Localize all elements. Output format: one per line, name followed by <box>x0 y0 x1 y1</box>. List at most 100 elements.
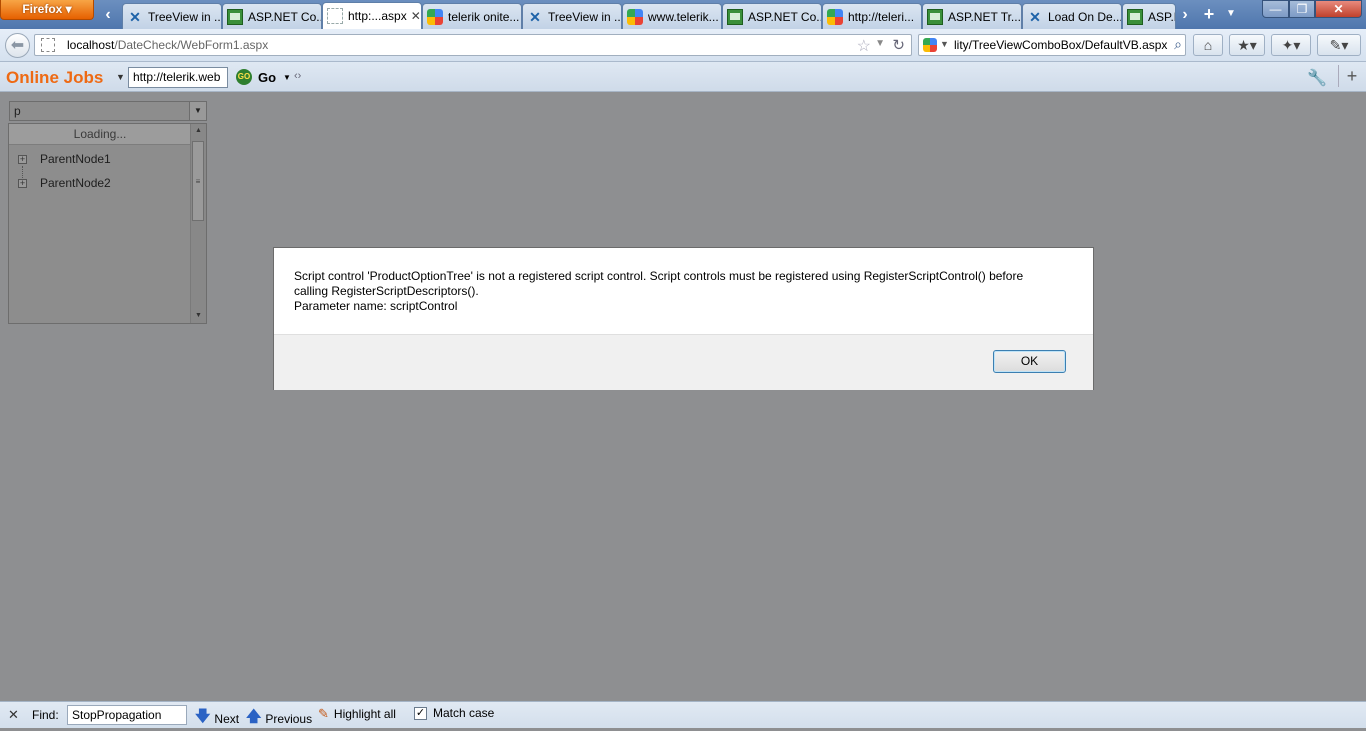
navigation-bar: ⬅ localhost/DateCheck/WebForm1.aspx ☆ ▼ … <box>0 29 1366 62</box>
online-jobs-toolbar: Online Jobs ▼ http://telerik.web GO Go ▼… <box>0 62 1366 92</box>
highlight-all-button[interactable]: ✎ Highlight all <box>318 706 396 722</box>
tab-aspnet-tr[interactable]: ASP.NET Tr... <box>922 3 1022 29</box>
tab-aspnet-1[interactable]: ASP.NET Co... <box>222 3 322 29</box>
minimize-button[interactable]: — <box>1262 0 1289 18</box>
resize-handle-icon[interactable]: ‹› <box>294 70 301 84</box>
highlight-all-label: Highlight all <box>333 707 396 721</box>
tab-scroll-left-icon[interactable]: ‹ <box>100 4 116 26</box>
url-path: /DateCheck/WebForm1.aspx <box>114 38 269 52</box>
tab-aspnet-2[interactable]: ASP.NET Co... <box>722 3 822 29</box>
find-next-label: Next <box>214 711 240 726</box>
home-button[interactable]: ⌂ <box>1193 34 1223 56</box>
checkbox-checked-icon[interactable]: ✓ <box>414 706 427 720</box>
tab-telerik-search[interactable]: telerik onite... <box>422 3 522 29</box>
google-icon[interactable] <box>923 38 937 52</box>
list-all-tabs-icon[interactable]: ▼ <box>1224 4 1238 24</box>
toolbar-search-input[interactable]: http://telerik.web <box>128 67 228 88</box>
search-bar[interactable]: ▼ lity/TreeViewComboBox/DefaultVB.aspx ⌕ <box>918 34 1186 56</box>
find-previous-button[interactable]: 🡅 Previous <box>246 706 312 731</box>
find-next-button[interactable]: 🡇 Next <box>195 706 239 731</box>
close-find-bar-icon[interactable]: ✕ <box>8 707 19 723</box>
alert-message: Script control 'ProductOptionTree' is no… <box>294 269 1074 314</box>
tab-http-telerik[interactable]: http://teleri... <box>822 3 922 29</box>
go-button[interactable]: Go <box>258 70 276 85</box>
bookmarks-button[interactable]: ★▾ <box>1229 34 1265 56</box>
telerik-icon: ✕ <box>129 8 141 25</box>
google-icon <box>427 8 443 25</box>
asp-net-icon <box>1127 8 1143 25</box>
brand-logo[interactable]: Online Jobs <box>6 68 103 88</box>
url-host: localhost <box>67 38 115 52</box>
find-label: Find: <box>32 708 59 722</box>
reload-icon[interactable]: ↻ <box>892 36 905 54</box>
tools-button[interactable]: ✎▾ <box>1317 34 1361 56</box>
wrench-icon[interactable]: 🔧 <box>1307 68 1327 88</box>
add-toolbar-button[interactable]: + <box>1338 65 1365 87</box>
tab-label: ASP.N <box>1148 9 1175 24</box>
tab-label: www.telerik... <box>648 9 719 24</box>
back-button[interactable]: ⬅ <box>5 33 30 58</box>
tab-treeview-1[interactable]: ✕ TreeView in ... <box>122 3 222 29</box>
tab-www-telerik[interactable]: www.telerik... <box>622 3 722 29</box>
alert-footer: OK <box>274 334 1093 390</box>
alert-dialog: Script control 'ProductOptionTree' is no… <box>273 247 1094 390</box>
site-identity-icon[interactable] <box>41 38 55 52</box>
page-content: p ▼ Loading... + ParentNode1 + ParentNod… <box>0 92 1366 701</box>
google-icon <box>827 8 843 25</box>
arrow-down-icon: 🡇 <box>195 708 211 725</box>
tab-label: TreeView in ... <box>548 9 622 24</box>
tab-active-webform[interactable]: http:...aspx ✕ <box>322 2 422 29</box>
search-magnifier-icon[interactable]: ⌕ <box>1174 36 1182 53</box>
tree-node-parentnode2[interactable]: + ParentNode2 <box>18 174 111 192</box>
search-input[interactable]: lity/TreeViewComboBox/DefaultVB.aspx <box>954 38 1167 52</box>
tab-label: TreeView in ... <box>148 9 222 24</box>
tab-load-on-demand[interactable]: ✕ Load On De... <box>1022 3 1122 29</box>
asp-net-icon <box>927 8 943 25</box>
alert-message-line: calling RegisterScriptDescriptors(). <box>294 284 479 298</box>
combobox-value: p <box>14 104 21 118</box>
highlighter-icon: ✎ <box>318 706 329 721</box>
tab-label: ASP.NET Co... <box>748 9 822 24</box>
tab-scroll-right-icon[interactable]: › <box>1177 4 1193 26</box>
vertical-scrollbar[interactable]: ▲ ≡ ▼ <box>190 124 206 323</box>
telerik-icon: ✕ <box>529 8 541 25</box>
history-dropdown-icon[interactable]: ▼ <box>875 38 885 49</box>
alert-message-line: Script control 'ProductOptionTree' is no… <box>294 269 1024 283</box>
blank-page-icon <box>327 8 343 24</box>
find-input[interactable]: StopPropagation <box>67 705 187 725</box>
combobox-dropdown-panel: Loading... + ParentNode1 + ParentNode2 ▲… <box>8 123 207 324</box>
brand-dropdown-icon[interactable]: ▼ <box>116 72 125 82</box>
tab-aspnet-3[interactable]: ASP.N <box>1122 3 1176 29</box>
close-window-button[interactable]: ✕ <box>1315 0 1362 18</box>
match-case-label: Match case <box>433 706 495 720</box>
find-previous-label: Previous <box>265 711 313 726</box>
scroll-up-icon[interactable]: ▲ <box>191 124 206 138</box>
expand-plus-icon[interactable]: + <box>18 154 27 164</box>
go-icon[interactable]: GO <box>236 69 252 85</box>
bookmark-star-icon[interactable]: ☆ <box>857 36 871 56</box>
maximize-button[interactable]: ❐ <box>1289 0 1315 18</box>
new-tab-button[interactable]: + <box>1200 4 1218 24</box>
ok-button[interactable]: OK <box>993 350 1066 373</box>
firefox-menu-button[interactable]: Firefox ▾ <box>0 0 94 20</box>
tab-treeview-2[interactable]: ✕ TreeView in ... <box>522 3 622 29</box>
treeview-combobox-input[interactable]: p ▼ <box>9 101 207 121</box>
match-case-checkbox[interactable]: ✓ Match case <box>414 706 494 720</box>
go-dropdown-icon[interactable]: ▼ <box>283 73 291 82</box>
firefox-menu-label: Firefox <box>22 2 63 16</box>
scroll-down-icon[interactable]: ▼ <box>191 309 206 323</box>
tree-node-parentnode1[interactable]: + ParentNode1 <box>18 150 111 168</box>
asp-net-icon <box>727 8 743 25</box>
tree-node-label: ParentNode2 <box>40 176 111 190</box>
url-bar[interactable]: localhost/DateCheck/WebForm1.aspx ☆ ▼ ↻ <box>34 34 912 56</box>
expand-plus-icon[interactable]: + <box>18 178 27 188</box>
telerik-icon: ✕ <box>1029 8 1041 25</box>
search-engine-dropdown-icon[interactable]: ▼ <box>940 39 949 49</box>
google-icon <box>627 8 643 25</box>
alert-message-line: Parameter name: scriptControl <box>294 299 458 313</box>
scroll-thumb[interactable]: ≡ <box>192 141 204 221</box>
tab-label: Load On De... <box>1048 9 1122 24</box>
tab-close-icon[interactable]: ✕ <box>411 9 421 23</box>
addon-button[interactable]: ✦▾ <box>1271 34 1311 56</box>
combobox-dropdown-icon[interactable]: ▼ <box>189 102 206 120</box>
